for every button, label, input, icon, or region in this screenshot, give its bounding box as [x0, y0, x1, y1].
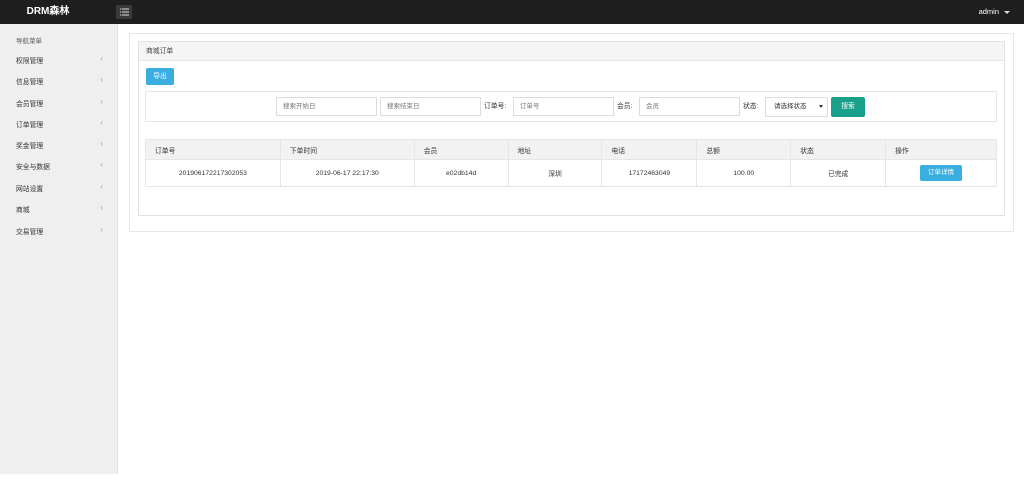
- table-header-row: 订单号 下单时间 会员 地址 电话 总额 状态 操作: [145, 139, 997, 160]
- sidebar-item-trading[interactable]: 交易管理 ‹: [0, 220, 118, 241]
- sidebar-item-label: 信息管理: [16, 78, 44, 86]
- member-cell: e02db14d: [413, 159, 509, 187]
- chevron-left-icon: ‹: [100, 160, 103, 169]
- chevron-left-icon: ‹: [100, 203, 103, 212]
- sidebar-item-label: 网站设置: [16, 185, 44, 193]
- status-select-value: 请选择状态: [774, 103, 807, 110]
- member-input[interactable]: [639, 97, 740, 116]
- status-select[interactable]: 请选择状态: [765, 97, 828, 117]
- menu-toggle-button[interactable]: [116, 5, 132, 19]
- brand-logo[interactable]: DRM森林: [0, 0, 118, 24]
- sidebar-item-label: 奖金管理: [16, 142, 44, 150]
- status-label: 状态:: [743, 103, 759, 110]
- sidebar-item-label: 交易管理: [16, 228, 44, 236]
- sidebar-item-bonus[interactable]: 奖金管理 ‹: [0, 134, 118, 155]
- sidebar-item-info[interactable]: 信息管理 ‹: [0, 70, 118, 91]
- column-header[interactable]: 地址: [507, 139, 603, 160]
- orders-card: 商城订单: [138, 41, 1005, 216]
- sidebar-item-label: 安全与数据: [16, 163, 50, 171]
- user-name: admin: [978, 7, 999, 16]
- sidebar-item-label: 商城: [16, 206, 30, 214]
- export-button[interactable]: 导出: [146, 68, 174, 85]
- column-header: 操作: [885, 139, 997, 160]
- sidebar-item-label: 权限管理: [16, 57, 44, 65]
- user-menu[interactable]: admin: [979, 0, 1010, 24]
- order-no-cell: 201906172217302053: [145, 159, 281, 187]
- column-header[interactable]: 状态: [790, 139, 887, 160]
- column-header[interactable]: 总额: [696, 139, 792, 160]
- column-header[interactable]: 下单时间: [279, 139, 415, 160]
- column-header[interactable]: 电话: [601, 139, 698, 160]
- sidebar-title: 导航菜单: [16, 38, 42, 45]
- order-time-cell: 2019-06-17 22:17:30: [279, 159, 415, 187]
- hamburger-list-icon: [119, 8, 129, 16]
- member-label: 会员:: [617, 103, 633, 110]
- phone-cell: 17172463049: [601, 159, 698, 187]
- order-detail-button[interactable]: 订单详情: [920, 165, 963, 181]
- column-header[interactable]: 订单号: [145, 139, 281, 160]
- top-bar: DRM森林 admin: [0, 0, 1024, 24]
- address-cell: 深圳: [507, 159, 603, 187]
- sidebar-item-permissions[interactable]: 权限管理 ‹: [0, 49, 118, 70]
- caret-down-icon: [819, 105, 823, 108]
- order-no-input[interactable]: [513, 97, 614, 116]
- chevron-left-icon: ‹: [100, 225, 103, 234]
- card-title: 商城订单: [139, 42, 1004, 61]
- chevron-left-icon: ‹: [100, 139, 103, 148]
- caret-down-icon: [1004, 11, 1010, 14]
- chevron-left-icon: ‹: [100, 97, 103, 106]
- sidebar-item-label: 订单管理: [16, 121, 44, 129]
- total-cell: 100.00: [696, 159, 792, 187]
- sidebar-item-site-settings[interactable]: 网站设置 ‹: [0, 177, 118, 198]
- chevron-left-icon: ‹: [100, 54, 103, 63]
- chevron-left-icon: ‹: [100, 75, 103, 84]
- sidebar-item-label: 会员管理: [16, 100, 44, 108]
- chevron-left-icon: ‹: [100, 118, 103, 127]
- chevron-left-icon: ‹: [100, 182, 103, 191]
- sidebar-item-mall[interactable]: 商城 ‹: [0, 198, 118, 219]
- sidebar-item-security[interactable]: 安全与数据 ‹: [0, 155, 118, 176]
- action-cell: 订单详情: [885, 159, 997, 187]
- table-row: 201906172217302053 2019-06-17 22:17:30 e…: [145, 159, 997, 187]
- search-button[interactable]: 搜索: [831, 97, 865, 117]
- end-date-input[interactable]: [380, 97, 481, 116]
- start-date-input[interactable]: [276, 97, 377, 116]
- status-cell: 已完成: [790, 159, 887, 187]
- sidebar-item-members[interactable]: 会员管理 ‹: [0, 92, 118, 113]
- order-no-label: 订单号:: [484, 103, 507, 110]
- sidebar-item-orders[interactable]: 订单管理 ‹: [0, 113, 118, 134]
- sidebar: 导航菜单 权限管理 ‹ 信息管理 ‹ 会员管理 ‹ 订单管理 ‹ 奖金管理 ‹ …: [0, 24, 118, 474]
- column-header[interactable]: 会员: [413, 139, 509, 160]
- orders-table: 订单号 下单时间 会员 地址 电话 总额 状态 操作 2019061722173…: [145, 139, 997, 187]
